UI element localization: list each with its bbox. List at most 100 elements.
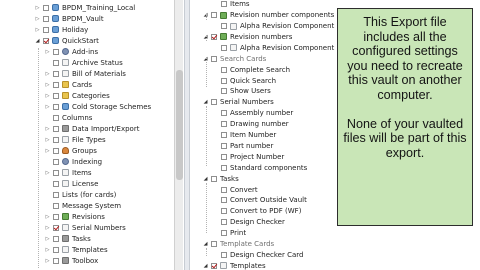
tree-item-columns[interactable]: Columns <box>44 113 92 124</box>
expand-toggle-icon[interactable]: ▷ <box>34 5 41 11</box>
tree-item-data-import-export[interactable]: ▷ Data Import/Export <box>44 124 140 135</box>
item-checkbox[interactable] <box>211 99 217 106</box>
tree-item-indexing[interactable]: Indexing <box>44 157 102 168</box>
tree-item-toolbox[interactable]: ▷ Toolbox <box>44 256 99 267</box>
item-checkbox[interactable] <box>43 37 49 44</box>
tree-item-categories[interactable]: ▷ Categories <box>44 91 110 102</box>
item-checkbox[interactable] <box>221 230 227 237</box>
item-checkbox[interactable] <box>221 197 227 204</box>
tree-item-bill-of-materials[interactable]: ▷ Bill of Materials <box>44 69 126 80</box>
item-checkbox[interactable] <box>53 59 59 66</box>
item-checkbox[interactable] <box>221 251 227 258</box>
tree-item-quickstart[interactable]: ◢ QuickStart <box>34 36 99 47</box>
expand-toggle-icon[interactable]: ▷ <box>44 148 51 154</box>
expand-toggle-icon[interactable]: ▷ <box>44 137 51 143</box>
tree-item-design-checker[interactable]: Design Checker <box>212 217 285 228</box>
tree-item-part-number[interactable]: Part number <box>212 141 273 152</box>
item-checkbox[interactable] <box>221 142 227 149</box>
tree-item-convert[interactable]: Convert <box>212 184 258 195</box>
tree-item-file-types[interactable]: ▷ File Types <box>44 135 106 146</box>
item-checkbox[interactable] <box>53 169 59 176</box>
expand-toggle-icon[interactable]: ▷ <box>34 16 41 22</box>
expand-toggle-icon[interactable]: ▷ <box>44 93 51 99</box>
tree-item-revision-numbers[interactable]: ◢ Revision numbers <box>202 32 293 43</box>
item-checkbox[interactable] <box>211 175 217 182</box>
expand-toggle-icon[interactable]: ▷ <box>44 247 51 253</box>
item-checkbox[interactable] <box>53 70 59 77</box>
item-checkbox[interactable] <box>53 246 59 253</box>
item-checkbox[interactable] <box>53 235 59 242</box>
item-checkbox[interactable] <box>53 92 59 99</box>
tree-item-complete-search[interactable]: Complete Search <box>212 64 290 75</box>
item-checkbox[interactable] <box>43 15 49 22</box>
item-checkbox[interactable] <box>53 103 59 110</box>
tree-item-convert-to-pdf-wf[interactable]: Convert to PDF (WF) <box>212 206 301 217</box>
expand-toggle-icon[interactable]: ▷ <box>44 49 51 55</box>
item-checkbox[interactable] <box>221 110 227 117</box>
expand-toggle-icon[interactable]: ▷ <box>44 214 51 220</box>
item-checkbox[interactable] <box>53 81 59 88</box>
tree-item-tasks[interactable]: ◢ Tasks <box>202 173 239 184</box>
expand-toggle-icon[interactable]: ▷ <box>44 170 51 176</box>
tree-item-alpha-revision-component[interactable]: Alpha Revision Component <box>212 43 334 54</box>
tree-item-license[interactable]: License <box>44 179 98 190</box>
left-scrollbar-thumb[interactable] <box>176 70 183 180</box>
expand-toggle-icon[interactable]: ▷ <box>44 258 51 264</box>
tree-item-design-checker-card[interactable]: Design Checker Card <box>212 250 303 261</box>
item-checkbox[interactable] <box>211 55 217 62</box>
expand-toggle-icon[interactable]: ◢ <box>202 176 209 182</box>
tree-item-standard-components[interactable]: Standard components <box>212 163 307 174</box>
item-checkbox[interactable] <box>221 88 227 95</box>
expand-toggle-icon[interactable]: ▷ <box>44 225 51 231</box>
item-checkbox[interactable] <box>53 114 59 121</box>
item-checkbox[interactable] <box>53 191 59 198</box>
tree-item-assembly-number[interactable]: Assembly number <box>212 108 293 119</box>
tree-item-alpha-revision-component[interactable]: Alpha Revision Component <box>212 21 334 32</box>
tree-item-tasks[interactable]: ▷ Tasks <box>44 234 91 245</box>
item-checkbox[interactable] <box>221 1 227 8</box>
item-checkbox[interactable] <box>221 164 227 171</box>
expand-toggle-icon[interactable]: ▷ <box>44 82 51 88</box>
tree-item-convert-outside-vault[interactable]: Convert Outside Vault <box>212 195 307 206</box>
item-checkbox[interactable] <box>211 241 217 248</box>
item-checkbox[interactable] <box>53 48 59 55</box>
tree-item-bpdm-vault[interactable]: ▷ BPDM_Vault <box>34 14 104 25</box>
item-checkbox[interactable] <box>53 147 59 154</box>
tree-item-archive-status[interactable]: Archive Status <box>44 58 123 69</box>
expand-toggle-icon[interactable]: ▷ <box>34 27 41 33</box>
item-checkbox[interactable] <box>211 33 217 40</box>
tree-item-project-number[interactable]: Project Number <box>212 152 284 163</box>
item-checkbox[interactable] <box>43 4 49 11</box>
tree-item-add-ins[interactable]: ▷ Add-ins <box>44 47 99 58</box>
item-checkbox[interactable] <box>221 77 227 84</box>
tree-item-quick-search[interactable]: Quick Search <box>212 75 276 86</box>
left-tree-pane[interactable]: ▷ BPDM_Training_Local ▷ BPDM_Vault ▷ Holiday ◢… <box>0 0 184 270</box>
tree-item-lists-for-cards[interactable]: Lists (for cards) <box>44 190 116 201</box>
item-checkbox[interactable] <box>53 125 59 132</box>
tree-item-bpdm-training-local[interactable]: ▷ BPDM_Training_Local <box>34 3 136 14</box>
item-checkbox[interactable] <box>221 23 227 30</box>
tree-item-templates[interactable]: ◢ Templates <box>202 261 266 270</box>
item-checkbox[interactable] <box>43 26 49 33</box>
item-checkbox[interactable] <box>53 224 59 231</box>
tree-item-show-users[interactable]: Show Users <box>212 86 271 97</box>
expand-toggle-icon[interactable]: ▷ <box>44 126 51 132</box>
item-checkbox[interactable] <box>221 153 227 160</box>
tree-item-item-number[interactable]: Item Number <box>212 130 276 141</box>
tree-item-serial-numbers[interactable]: ◢ Serial Numbers <box>202 97 274 108</box>
tree-item-search-cards[interactable]: ◢ Search Cards <box>202 54 267 65</box>
tree-item-groups[interactable]: ▷ Groups <box>44 146 97 157</box>
item-checkbox[interactable] <box>53 213 59 220</box>
tree-item-message-system[interactable]: Message System <box>44 201 121 212</box>
expand-toggle-icon[interactable]: ▷ <box>44 236 51 242</box>
tree-item-serial-numbers[interactable]: ▷ Serial Numbers <box>44 223 126 234</box>
item-checkbox[interactable] <box>211 12 217 19</box>
expand-toggle-icon[interactable]: ◢ <box>202 241 209 247</box>
left-scrollbar[interactable] <box>174 0 183 270</box>
item-checkbox[interactable] <box>53 202 59 209</box>
expand-toggle-icon[interactable]: ▷ <box>44 71 51 77</box>
expand-toggle-icon[interactable]: ▷ <box>44 104 51 110</box>
tree-item-templates[interactable]: ▷ Templates <box>44 245 108 256</box>
tree-item-cold-storage-schemes[interactable]: ▷ Cold Storage Schemes <box>44 102 152 113</box>
tree-item-holiday[interactable]: ▷ Holiday <box>34 25 89 36</box>
